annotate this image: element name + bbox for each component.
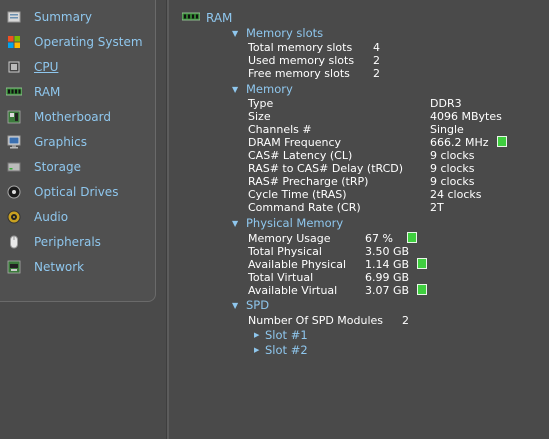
list-item: Available Physical 1.14 GB — [248, 258, 548, 271]
list-item: RAS# to CAS# Delay (tRCD) 9 clocks — [248, 162, 475, 175]
disc-icon — [6, 184, 22, 200]
list-item: Cycle Time (tRAS) 24 clocks — [248, 188, 482, 201]
speaker-icon — [6, 209, 22, 225]
list-item: Total Physical 3.50 GB — [248, 245, 410, 258]
sidebar-item-network[interactable]: Network — [6, 256, 151, 278]
list-item: Type DDR3 — [248, 97, 462, 110]
section-physical-memory[interactable]: ▼ Physical Memory — [232, 216, 343, 230]
sidebar-item-ram[interactable]: RAM — [6, 81, 151, 103]
storage-icon — [6, 159, 22, 175]
list-item: Available Virtual 3.07 GB — [248, 284, 548, 297]
sidebar-item-graphics[interactable]: Graphics — [6, 131, 151, 153]
section-memory-slots[interactable]: ▼ Memory slots — [232, 26, 323, 40]
list-item: Free memory slots 2 — [248, 67, 380, 80]
sidebar-item-label: CPU — [34, 60, 59, 74]
section-memory[interactable]: ▼ Memory — [232, 82, 293, 96]
list-item: Memory Usage 67 % — [248, 232, 548, 245]
summary-icon — [6, 9, 22, 25]
sidebar-item-label: Audio — [34, 210, 69, 224]
sidebar-item-label: Optical Drives — [34, 185, 119, 199]
list-item: Used memory slots 2 — [248, 54, 380, 67]
list-item: Total Virtual 6.99 GB — [248, 271, 410, 284]
sidebar-item-label: RAM — [34, 85, 61, 99]
status-indicator-icon — [496, 136, 507, 147]
chevron-down-icon: ▼ — [232, 300, 239, 310]
sidebar-item-peripherals[interactable]: Peripherals — [6, 231, 151, 253]
status-indicator-icon — [406, 232, 417, 243]
chevron-down-icon: ▼ — [232, 84, 239, 94]
panel-divider[interactable] — [166, 0, 169, 439]
chevron-right-icon: ▶ — [254, 346, 260, 354]
sidebar: Summary Operating System CPU RAM Motherb… — [0, 0, 156, 302]
list-item: Size 4096 MBytes — [248, 110, 502, 123]
list-item: Command Rate (CR) 2T — [248, 201, 444, 214]
chevron-down-icon: ▼ — [232, 218, 239, 228]
sidebar-item-label: Summary — [34, 10, 92, 24]
sidebar-item-label: Operating System — [34, 35, 143, 49]
sidebar-item-label: Motherboard — [34, 110, 111, 124]
section-spd[interactable]: ▼ SPD — [232, 298, 269, 312]
list-item: DRAM Frequency 666.2 MHz — [248, 136, 548, 149]
chevron-down-icon: ▼ — [232, 28, 239, 38]
status-indicator-icon — [417, 258, 428, 269]
status-indicator-icon — [417, 284, 428, 295]
sidebar-item-label: Storage — [34, 160, 81, 174]
sidebar-item-label: Peripherals — [34, 235, 101, 249]
list-item: Number Of SPD Modules 2 — [248, 314, 409, 327]
tree-item-slot-1[interactable]: ▶ Slot #1 — [254, 328, 308, 342]
sidebar-item-audio[interactable]: Audio — [6, 206, 151, 228]
sidebar-item-label: Network — [34, 260, 85, 274]
list-item: Channels # Single — [248, 123, 464, 136]
page-title: RAM — [206, 11, 233, 25]
cpu-icon — [6, 59, 22, 75]
list-item: Total memory slots 4 — [248, 41, 380, 54]
chevron-right-icon: ▶ — [254, 331, 260, 339]
tree-item-slot-2[interactable]: ▶ Slot #2 — [254, 343, 308, 357]
sidebar-item-cpu[interactable]: CPU — [6, 56, 151, 78]
sidebar-item-optical-drives[interactable]: Optical Drives — [6, 181, 151, 203]
sidebar-item-operating-system[interactable]: Operating System — [6, 31, 151, 53]
mouse-icon — [6, 234, 22, 250]
motherboard-icon — [6, 109, 22, 125]
monitor-icon — [6, 134, 22, 150]
ram-icon — [181, 11, 201, 26]
list-item: RAS# Precharge (tRP) 9 clocks — [248, 175, 475, 188]
network-icon — [6, 259, 22, 275]
sidebar-item-motherboard[interactable]: Motherboard — [6, 106, 151, 128]
details-tree: RAM ▼ Memory slots Total memory slots 4 U… — [180, 0, 549, 439]
sidebar-item-label: Graphics — [34, 135, 87, 149]
list-item: CAS# Latency (CL) 9 clocks — [248, 149, 475, 162]
ram-icon — [6, 84, 22, 100]
sidebar-item-summary[interactable]: Summary — [6, 6, 151, 28]
windows-icon — [6, 34, 22, 50]
sidebar-item-storage[interactable]: Storage — [6, 156, 151, 178]
tree-root-ram[interactable]: RAM — [181, 10, 233, 26]
